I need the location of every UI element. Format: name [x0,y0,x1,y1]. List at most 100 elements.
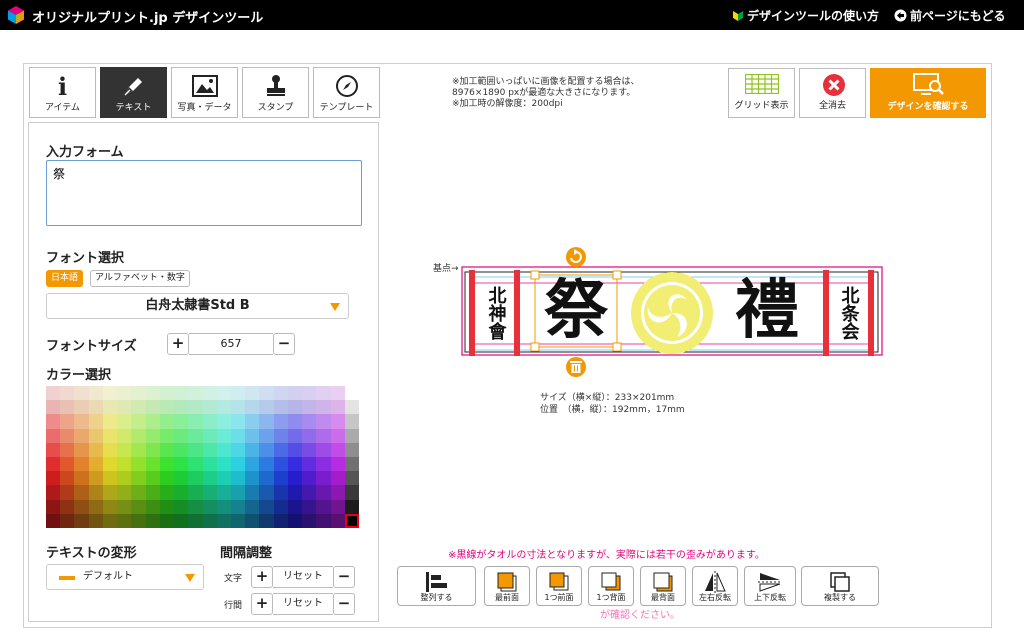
color-swatch[interactable] [46,442,61,457]
color-swatch[interactable] [259,442,274,457]
color-swatch[interactable] [216,456,231,472]
color-swatch[interactable] [259,456,274,472]
color-swatch[interactable] [131,414,146,429]
font-tab-alphanumeric[interactable]: アルファベット・数字 [90,270,190,287]
color-swatch[interactable] [202,513,217,528]
color-swatch[interactable] [74,499,89,514]
color-swatch[interactable] [259,471,274,486]
color-swatch[interactable] [259,414,274,429]
tab-stamp[interactable]: スタンプ [242,67,309,118]
color-swatch[interactable] [60,471,75,486]
color-swatch[interactable] [344,400,359,415]
color-swatch[interactable] [302,499,317,514]
line-spacing-plus-button[interactable]: + [251,593,273,615]
color-swatch[interactable] [131,442,146,457]
color-swatch[interactable] [259,428,274,443]
color-swatch[interactable] [102,386,118,401]
send-backward-button[interactable]: 1つ背面 [588,566,634,606]
color-swatch[interactable] [216,513,231,528]
color-swatch[interactable] [60,442,75,457]
color-swatch[interactable] [202,471,217,486]
color-swatch[interactable] [74,471,89,486]
color-swatch[interactable] [202,499,217,514]
color-swatch[interactable] [46,428,61,443]
color-swatch[interactable] [273,386,288,401]
color-swatch[interactable] [159,513,175,528]
color-swatch[interactable] [88,471,103,486]
color-swatch[interactable] [46,499,61,514]
font-size-minus-button[interactable]: − [273,333,295,355]
color-swatch[interactable] [145,456,160,472]
color-swatch[interactable] [287,400,303,415]
color-swatch[interactable] [273,513,288,528]
color-swatch[interactable] [316,456,331,472]
color-swatch[interactable] [287,428,303,443]
color-swatch[interactable] [245,428,260,443]
resize-handle[interactable] [612,270,622,280]
color-swatch[interactable] [102,414,118,429]
color-swatch[interactable] [344,499,359,514]
color-swatch[interactable] [202,414,217,429]
color-swatch[interactable] [145,400,160,415]
color-swatch[interactable] [188,414,203,429]
color-swatch[interactable] [330,471,345,486]
color-swatch[interactable] [230,414,246,429]
mitsudomoe-emblem[interactable] [631,272,713,354]
color-swatch[interactable] [174,386,189,401]
text-input[interactable]: 祭 [46,160,362,226]
color-swatch[interactable] [202,428,217,443]
color-swatch[interactable] [230,456,246,472]
resize-handle[interactable] [530,270,540,280]
color-swatch[interactable] [273,400,288,415]
color-swatch[interactable] [287,499,303,514]
grid-toggle-button[interactable]: グリッド表示 [728,68,795,118]
color-swatch[interactable] [245,386,260,401]
color-swatch[interactable] [131,513,146,528]
color-swatch[interactable] [287,386,303,401]
color-swatch[interactable] [216,386,231,401]
color-swatch[interactable] [273,471,288,486]
bring-to-front-button[interactable]: 最前面 [484,566,530,606]
send-to-back-button[interactable]: 最背面 [640,566,686,606]
color-swatch[interactable] [145,386,160,401]
color-swatch[interactable] [102,499,118,514]
color-swatch[interactable] [302,471,317,486]
color-swatch[interactable] [174,471,189,486]
line-spacing-minus-button[interactable]: − [333,593,355,615]
flip-horizontal-button[interactable]: 左右反転 [692,566,738,606]
color-swatch[interactable] [46,485,61,500]
color-swatch[interactable] [159,485,175,500]
color-swatch[interactable] [330,485,345,500]
color-swatch[interactable] [316,442,331,457]
color-swatch[interactable] [344,428,359,443]
color-swatch[interactable] [46,400,61,415]
rotate-handle-icon[interactable] [566,247,586,267]
color-swatch[interactable] [145,513,160,528]
color-swatch[interactable] [202,456,217,472]
color-swatch[interactable] [316,499,331,514]
color-swatch[interactable] [117,400,132,415]
color-swatch[interactable] [188,485,203,500]
color-swatch[interactable] [145,485,160,500]
duplicate-button[interactable]: 複製する [801,566,879,606]
side-text-right[interactable]: 北条会 [839,286,861,341]
color-swatch[interactable] [117,428,132,443]
color-swatch[interactable] [330,456,345,472]
delete-handle-icon[interactable] [566,357,586,377]
color-swatch[interactable] [174,499,189,514]
color-swatch[interactable] [145,414,160,429]
color-swatch[interactable] [188,471,203,486]
color-swatch[interactable] [188,386,203,401]
color-swatch[interactable] [46,414,61,429]
color-swatch[interactable] [102,485,118,500]
color-swatch[interactable] [60,456,75,472]
color-swatch[interactable] [174,442,189,457]
color-swatch[interactable] [344,471,359,486]
color-swatch[interactable] [117,414,132,429]
color-swatch[interactable] [46,386,61,401]
color-swatch[interactable] [102,428,118,443]
color-swatch[interactable] [216,442,231,457]
color-swatch[interactable] [245,442,260,457]
font-size-plus-button[interactable]: + [167,333,189,355]
color-swatch[interactable] [202,485,217,500]
